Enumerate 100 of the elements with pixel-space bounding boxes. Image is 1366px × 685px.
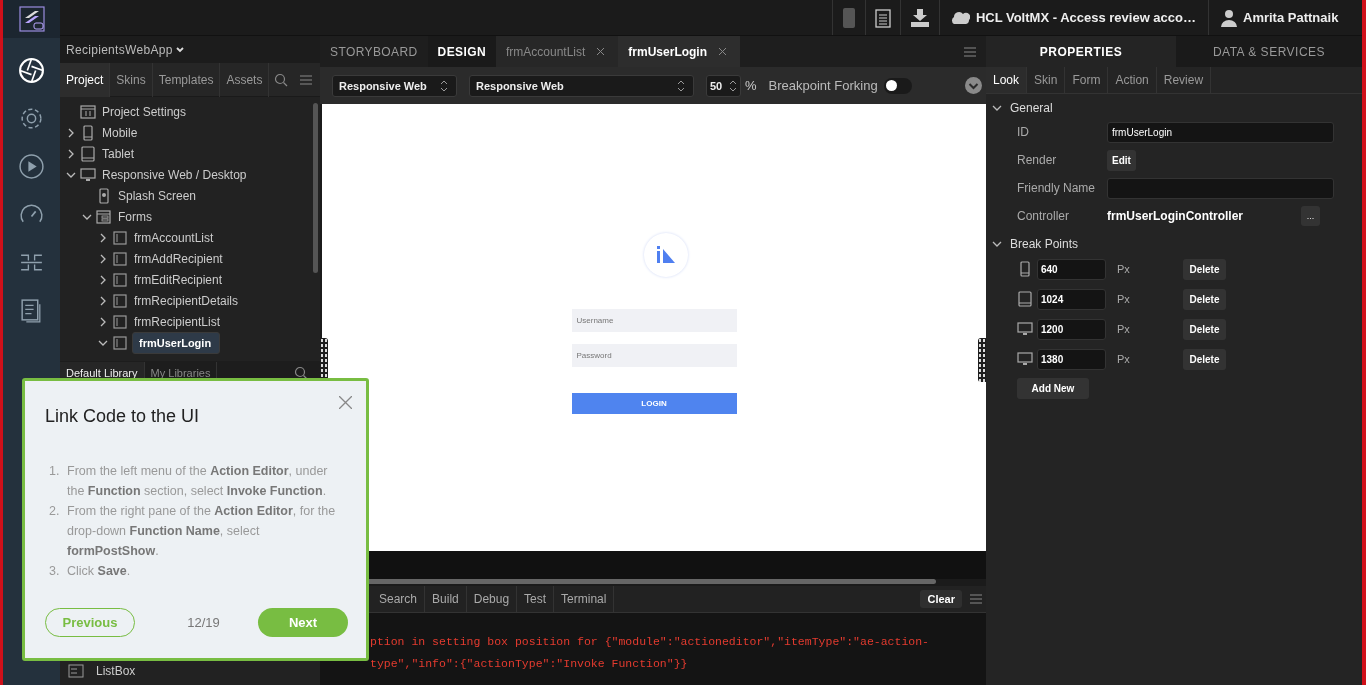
edit-button[interactable]: Edit — [1107, 149, 1136, 171]
toggle-switch[interactable] — [883, 77, 912, 94]
tree-item[interactable]: frmUserLogin — [132, 331, 221, 354]
delete-button[interactable]: Delete — [1183, 288, 1226, 310]
logo-icon[interactable] — [18, 6, 45, 32]
document-tab[interactable]: frmUserLogin — [618, 35, 741, 68]
clipboard-icon[interactable] — [874, 7, 891, 28]
chevron-icon[interactable] — [98, 232, 108, 243]
property-tab[interactable]: Action — [1108, 67, 1157, 93]
field-label: Render — [1017, 153, 1058, 167]
property-tab[interactable]: Form — [1065, 67, 1109, 93]
username-field[interactable]: Username — [571, 309, 737, 332]
unit-label: Px — [1116, 323, 1131, 335]
text-field[interactable]: frmUserLogin — [1107, 121, 1334, 143]
download-icon[interactable] — [909, 7, 930, 28]
spinner-icon — [677, 79, 685, 92]
channel-select[interactable]: Responsive Web — [332, 74, 457, 97]
panel-tab[interactable]: DATA & SERVICES — [1176, 36, 1362, 67]
delete-button[interactable]: Delete — [1183, 318, 1226, 340]
unit-label: Px — [1116, 293, 1131, 305]
phone-icon — [96, 187, 112, 204]
login-button[interactable]: LOGIN — [571, 393, 737, 414]
clear-button[interactable]: Clear — [920, 590, 962, 608]
mode-tab[interactable]: DESIGN — [427, 35, 496, 68]
monitor-icon — [1017, 321, 1033, 337]
scrollbar[interactable] — [313, 103, 318, 273]
widget-item[interactable]: ListBox — [96, 664, 136, 678]
panel-tab[interactable]: Assets — [220, 62, 270, 97]
console-tab[interactable]: Test — [517, 586, 555, 612]
step-text: From the right pane of the Action Editor, for the drop-down Function Name, select formPostShow. — [67, 503, 337, 560]
breakpoint-field[interactable]: 1380 — [1037, 348, 1106, 370]
user-name[interactable]: Amrita Pattnaik — [1243, 10, 1339, 25]
password-field[interactable]: Password — [571, 344, 737, 367]
aperture-icon[interactable] — [18, 57, 45, 84]
breakpoint-field[interactable]: 1200 — [1037, 318, 1106, 340]
tree-item[interactable]: frmAddRecipient — [132, 250, 225, 267]
tree-item[interactable]: frmRecipientDetails — [132, 292, 241, 309]
listbox-icon — [68, 664, 84, 678]
search-icon[interactable] — [274, 72, 288, 87]
tree-item[interactable]: frmEditRecipient — [132, 271, 225, 288]
delete-button[interactable]: Delete — [1183, 258, 1226, 280]
toggle-label: Breakpoint Forking — [768, 78, 878, 93]
tree-item[interactable]: Project Settings — [100, 103, 189, 120]
console-tab[interactable]: Build — [425, 586, 467, 612]
add-new-button[interactable]: Add New — [1017, 378, 1089, 399]
tree-item[interactable]: Mobile — [100, 124, 140, 141]
delete-button[interactable]: Delete — [1183, 348, 1226, 370]
zoom-field[interactable]: 50 — [706, 74, 741, 97]
chevron-icon[interactable] — [98, 316, 108, 327]
tablet-icon — [80, 145, 96, 162]
step-number: 3. — [49, 563, 61, 580]
breakpoint-field[interactable]: 1024 — [1037, 288, 1106, 310]
breakpoint-field[interactable]: 640 — [1037, 258, 1106, 280]
property-tab[interactable]: Review — [1156, 67, 1212, 93]
panel-tab[interactable]: Project — [60, 62, 111, 97]
chevron-icon[interactable] — [98, 274, 108, 285]
tree-item[interactable]: Splash Screen — [116, 187, 199, 204]
chevron-icon[interactable] — [66, 127, 76, 138]
panel-tab[interactable]: Skins — [110, 62, 153, 97]
close-icon[interactable] — [597, 48, 605, 55]
mode-tab[interactable]: STORYBOARD — [320, 35, 428, 68]
console-tab[interactable]: Debug — [466, 586, 518, 612]
field-label: Controller — [1017, 209, 1071, 223]
tree-item[interactable]: frmRecipientList — [132, 313, 223, 330]
tree-item[interactable]: Tablet — [100, 145, 137, 162]
close-icon[interactable] — [339, 396, 352, 409]
caret-icon[interactable] — [175, 46, 184, 53]
console-tab[interactable]: Terminal — [554, 586, 615, 612]
close-icon[interactable] — [719, 48, 727, 55]
project-title[interactable]: HCL VoltMX - Access review acco… — [975, 10, 1196, 25]
user-icon — [1221, 8, 1237, 27]
console-tab[interactable]: Search — [372, 586, 426, 612]
tablet-icon — [1017, 291, 1033, 307]
section-heading: Break Points — [1010, 237, 1079, 251]
document-tab[interactable]: frmAccountList — [496, 35, 619, 68]
step-text: Click Save. — [67, 563, 131, 580]
form-icon — [112, 292, 128, 309]
play-icon[interactable] — [18, 153, 45, 180]
resize-handle[interactable] — [978, 338, 986, 382]
phone-icon — [1017, 261, 1033, 277]
tree-item[interactable]: Responsive Web / Desktop — [100, 166, 249, 183]
step-text: From the left menu of the Action Editor, under the Function section, select Invoke Function. — [67, 463, 329, 500]
property-tab[interactable]: Skin — [1027, 67, 1066, 93]
dialog-title: Link Code to the UI — [45, 406, 201, 427]
log-line: ption in setting box position for {"module":"actioneditor","itemType":"ae-action- — [370, 634, 930, 650]
search-icon[interactable] — [294, 366, 308, 380]
property-tab[interactable]: Look — [986, 67, 1028, 93]
chevron-icon[interactable] — [992, 239, 1002, 249]
chevron-icon[interactable] — [98, 295, 108, 306]
tree-item[interactable]: frmAccountList — [132, 229, 216, 246]
tree-item[interactable]: Forms — [116, 208, 154, 225]
chevron-icon[interactable] — [992, 103, 1002, 113]
more-button[interactable]: ... — [1301, 206, 1320, 226]
panel-tab[interactable]: Templates — [152, 62, 221, 97]
platform-select[interactable]: Responsive Web — [469, 74, 694, 97]
expand-icon[interactable] — [965, 77, 982, 94]
log-line: type","info":{"actionType":"Invoke Function"}} — [370, 656, 689, 672]
text-field[interactable] — [1107, 177, 1334, 199]
chevron-icon[interactable] — [98, 253, 108, 264]
chevron-icon[interactable] — [66, 148, 76, 159]
